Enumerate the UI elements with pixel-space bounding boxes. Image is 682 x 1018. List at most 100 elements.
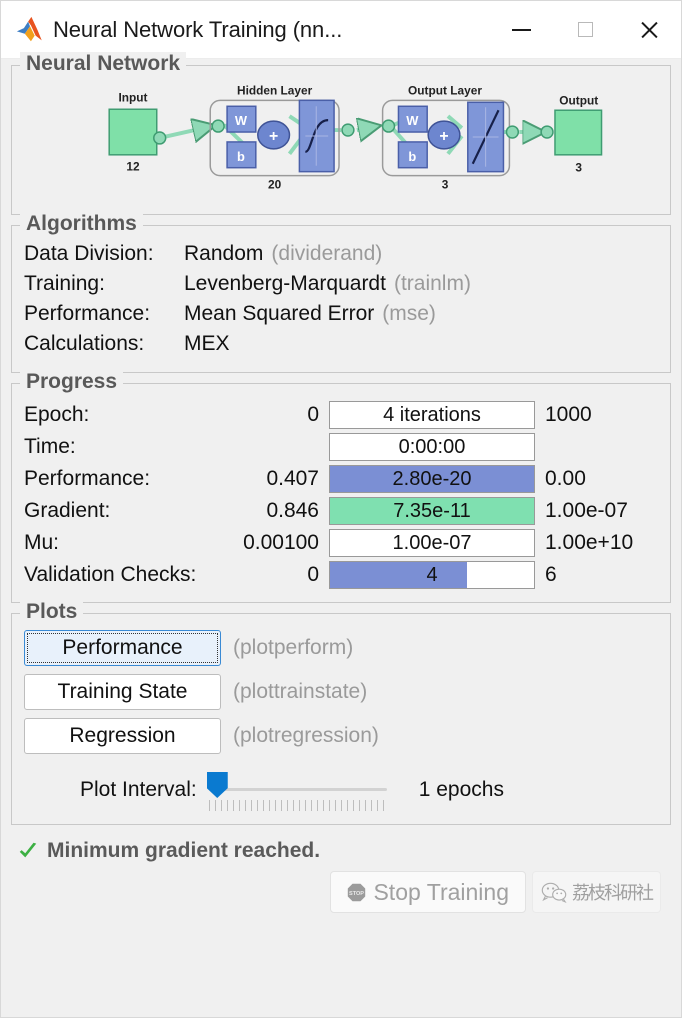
progress-row-label: Gradient:: [24, 499, 111, 522]
green-check-icon: [19, 842, 37, 858]
plots-group: Plots Performance (plotperform) Training…: [11, 600, 671, 825]
progress-group: Progress Epoch: 0 4 iterations 1000 Time: 0:0…: [11, 370, 671, 603]
progress-row-current-value: 7.35e-11: [393, 499, 471, 522]
progress-row-bar: 0:00:00: [329, 433, 535, 461]
svg-text:Output Layer: Output Layer: [408, 83, 482, 97]
progress-row-start-value: 0: [307, 563, 319, 586]
svg-text:Input: Input: [118, 90, 147, 104]
progress-row-bar: 7.35e-11: [329, 497, 535, 525]
progress-row-current-value: 2.80e-20: [392, 467, 472, 490]
plot-row-training-state: Training State (plottrainstate): [24, 674, 658, 710]
progress-group-label: Progress: [20, 370, 124, 394]
watermark: 荔枝科研社: [532, 871, 661, 913]
calculations-label: Calculations:: [24, 332, 145, 355]
window-title: Neural Network Training (nn...: [53, 16, 343, 42]
training-value: Levenberg-Marquardt: [184, 272, 386, 295]
progress-row-label: Validation Checks:: [24, 563, 197, 586]
progress-row-current-value: 4 iterations: [383, 403, 481, 426]
minimize-button[interactable]: [489, 1, 553, 58]
close-button[interactable]: [617, 1, 681, 58]
svg-text:W: W: [406, 113, 419, 128]
svg-text:b: b: [408, 149, 416, 164]
calculations-value: MEX: [184, 332, 230, 355]
progress-row-start-value: 0.00100: [243, 531, 319, 554]
svg-text:+: +: [439, 128, 448, 145]
slider-thumb[interactable]: [206, 772, 228, 798]
plot-interval-row: Plot Interval: 1 epochs: [24, 768, 658, 812]
progress-row: Mu: 0.00100 1.00e-07 1.00e+10: [24, 528, 658, 558]
training-state-plot-function: (plottrainstate): [233, 680, 368, 703]
algorithm-row: Performance: Mean Squared Error (mse): [24, 302, 658, 332]
neural-network-group: Neural Network Input 12 Hidden Layer W b…: [11, 52, 671, 215]
plot-interval-slider[interactable]: [206, 768, 387, 812]
progress-row-bar: 4 iterations: [329, 401, 535, 429]
regression-plot-button[interactable]: Regression: [24, 718, 221, 754]
performance-plot-button[interactable]: Performance: [24, 630, 221, 666]
performance-function: (mse): [382, 302, 436, 325]
progress-row-current-value: 0:00:00: [398, 435, 466, 458]
data-division-label: Data Division:: [24, 242, 154, 265]
maximize-button[interactable]: [553, 1, 617, 58]
algorithm-row: Data Division: Random (dividerand): [24, 242, 658, 272]
training-function: (trainlm): [393, 272, 471, 295]
progress-row: Performance: 0.407 2.80e-20 0.00: [24, 464, 658, 494]
footer-bar: STOP Stop Training 荔枝科研社: [11, 863, 671, 923]
svg-text:20: 20: [268, 177, 282, 191]
neural-network-diagram: Input 12 Hidden Layer W b + 20 Output La…: [108, 83, 603, 191]
algorithms-group-label: Algorithms: [20, 212, 143, 236]
stop-sign-icon: STOP: [348, 883, 366, 901]
data-division-value: Random: [184, 242, 264, 265]
progress-row-stop-value: 1000: [545, 403, 592, 426]
progress-row-start-value: 0.407: [266, 467, 319, 490]
plot-row-regression: Regression (plotregression): [24, 718, 658, 754]
progress-row-stop-value: 6: [545, 563, 557, 586]
watermark-text: 荔枝科研社: [572, 883, 654, 904]
progress-row: Time: 0:00:00: [24, 432, 658, 462]
maximize-icon: [577, 22, 593, 37]
minimize-icon: [511, 28, 531, 31]
svg-text:Hidden Layer: Hidden Layer: [237, 83, 313, 97]
progress-row-bar: 1.00e-07: [329, 529, 535, 557]
performance-plot-function: (plotperform): [233, 636, 354, 659]
progress-row-start-value: 0.846: [266, 499, 319, 522]
progress-row: Validation Checks: 0 4 6: [24, 560, 658, 590]
wechat-icon: [541, 882, 567, 903]
svg-text:3: 3: [442, 177, 449, 191]
progress-row-label: Epoch:: [24, 403, 90, 426]
svg-text:W: W: [235, 113, 248, 128]
progress-row-stop-value: 0.00: [545, 467, 586, 490]
slider-track: [218, 788, 387, 791]
progress-row-current-value: 4: [426, 563, 438, 586]
progress-rows: Epoch: 0 4 iterations 1000 Time: 0:00:00 Perfo…: [24, 400, 658, 590]
window-controls: [489, 1, 681, 58]
training-label: Training:: [24, 272, 105, 295]
progress-row-start-value: 0: [307, 403, 319, 426]
neural-network-training-window: Neural Network Training (nn... Neural Ne…: [0, 0, 682, 1018]
plots-group-label: Plots: [20, 600, 84, 624]
performance-label: Performance:: [24, 302, 151, 325]
stop-training-button[interactable]: STOP Stop Training: [330, 871, 526, 913]
algorithm-row: Calculations: MEX: [24, 332, 658, 362]
slider-ticks: [208, 800, 387, 811]
plot-interval-label: Plot Interval:: [80, 778, 197, 801]
progress-row-bar: 2.80e-20: [329, 465, 535, 493]
status-row: Minimum gradient reached.: [11, 835, 671, 863]
status-message: Minimum gradient reached.: [47, 839, 321, 862]
progress-row-label: Mu:: [24, 531, 60, 554]
progress-row: Epoch: 0 4 iterations 1000: [24, 400, 658, 430]
svg-text:b: b: [237, 149, 245, 164]
svg-text:+: +: [269, 128, 278, 145]
training-state-plot-button[interactable]: Training State: [24, 674, 221, 710]
regression-plot-function: (plotregression): [233, 724, 379, 747]
svg-text:3: 3: [575, 161, 582, 175]
neural-network-group-label: Neural Network: [20, 52, 187, 76]
close-icon: [639, 20, 659, 40]
svg-text:12: 12: [126, 160, 140, 174]
progress-row-bar: 4: [329, 561, 535, 589]
algorithms-group: Algorithms Data Division: Random (divide…: [11, 212, 671, 373]
algorithm-row: Training: Levenberg-Marquardt (trainlm): [24, 272, 658, 302]
svg-text:STOP: STOP: [349, 890, 364, 896]
progress-row: Gradient: 0.846 7.35e-11 1.00e-07: [24, 496, 658, 526]
progress-row-label: Time:: [24, 435, 76, 458]
plot-row-performance: Performance (plotperform): [24, 630, 658, 666]
